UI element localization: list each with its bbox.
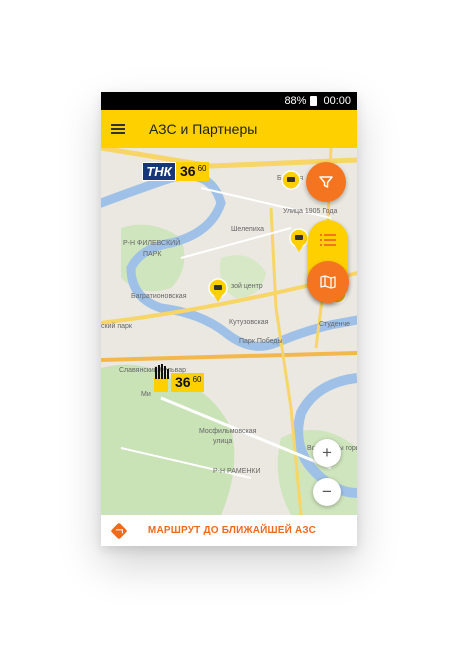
zoom-in-button[interactable]: + [313, 439, 341, 467]
route-label: МАРШРУТ ДО БЛИЖАЙШЕЙ АЗС [147, 525, 317, 536]
map-icon [320, 275, 336, 289]
battery-percent: 88% [284, 95, 307, 107]
status-bar: 88% 00:00 [101, 92, 357, 110]
label-ovoy-center: зой центр [231, 282, 263, 290]
zoom-out-button[interactable]: − [313, 478, 341, 506]
label-mosfilm2: улица [213, 438, 232, 445]
menu-icon[interactable] [111, 124, 125, 134]
list-icon [320, 234, 336, 246]
station-marker-rosneft[interactable]: 36 60 [151, 364, 205, 392]
clock: 00:00 [323, 95, 351, 107]
view-toggle [307, 220, 349, 303]
price-main: 36 [175, 374, 191, 390]
label-ulitsa1905: Улица 1905 Года [283, 208, 337, 215]
rosneft-logo-icon [154, 364, 169, 392]
label-park: ПАРК [143, 251, 162, 258]
battery-icon [310, 96, 318, 106]
label-kiy-park: ский парк [101, 322, 133, 330]
label-mi: Ми [141, 391, 151, 398]
phone-screen: 88% 00:00 АЗС и Партнеры Р-Н ФИЛЕВСКИЙ П… [101, 92, 357, 546]
price-tag: 36 60 [171, 373, 205, 392]
filter-icon [319, 176, 333, 188]
price-sup: 60 [192, 375, 202, 384]
zoom-in-icon: + [322, 443, 332, 462]
station-marker-tnk[interactable]: ТНК 36 60 [142, 162, 210, 181]
price-tag: 36 60 [176, 162, 210, 181]
label-ramenki: Р-Н РАМЕНКИ [213, 468, 261, 475]
list-view-button[interactable] [308, 220, 348, 260]
price-sup: 60 [197, 164, 207, 173]
route-bar[interactable]: МАРШРУТ ДО БЛИЖАЙШЕЙ АЗС [101, 515, 357, 546]
label-mosfilm1: Мосфильмовская [199, 428, 257, 435]
label-filevsky: Р-Н ФИЛЕВСКИЙ [123, 238, 180, 247]
app-title: АЗС и Партнеры [149, 121, 258, 137]
label-park-pobedy: Парк Победы [239, 337, 283, 345]
map-view[interactable]: Р-Н ФИЛЕВСКИЙ ПАРК Шелепиха Беговая Улиц… [101, 145, 357, 546]
tnk-logo-icon: ТНК [142, 162, 176, 181]
filter-button[interactable] [306, 162, 346, 202]
label-studencheskaya: Студенче [319, 321, 350, 328]
price-main: 36 [180, 163, 196, 179]
label-kutuzovskaya: Кутузовская [229, 319, 269, 326]
app-bar: АЗС и Партнеры [101, 110, 357, 148]
label-bagrationovskaya: Багратионовская [131, 293, 187, 300]
label-shelepikha: Шелепиха [231, 226, 264, 233]
zoom-out-icon: − [322, 482, 332, 501]
map-view-button[interactable] [307, 261, 349, 303]
